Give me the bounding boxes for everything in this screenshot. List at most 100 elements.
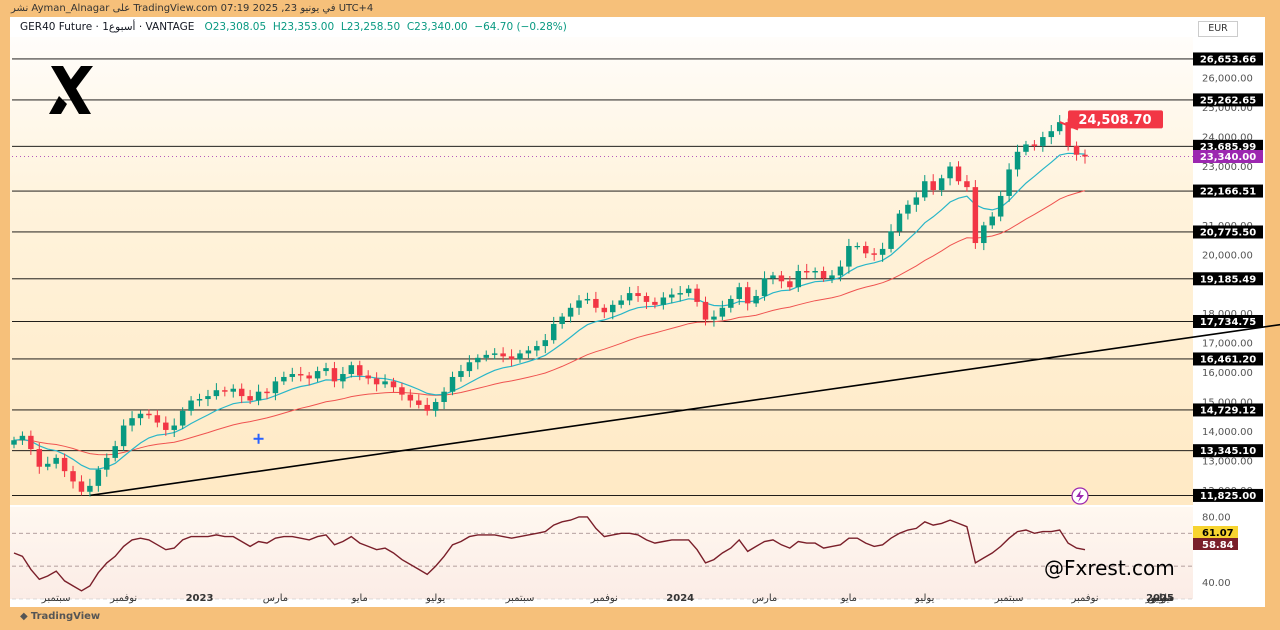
candle-body <box>997 195 1004 217</box>
rsi-axis-label: 80.00 <box>1202 512 1231 523</box>
candle-body <box>896 213 903 232</box>
candle-body <box>837 266 844 276</box>
candle-body <box>163 422 169 430</box>
level-label: 14,729.12 <box>1200 405 1256 416</box>
candle-body <box>567 307 574 317</box>
candle-body <box>297 374 304 376</box>
candle-body <box>382 381 388 385</box>
price-axis-label: 17,000.00 <box>1202 339 1253 350</box>
time-axis-label: نوفمبر <box>109 593 137 604</box>
candle-body <box>685 288 692 294</box>
candle-body <box>1040 137 1046 146</box>
peak-label: 24,508.70 <box>1078 113 1151 128</box>
candle-body <box>854 245 861 248</box>
level-label: 17,734.75 <box>1200 317 1256 328</box>
candle-body <box>340 374 346 382</box>
candle-body <box>120 425 127 447</box>
candle-body <box>947 166 953 179</box>
rsi-line <box>13 516 1086 592</box>
candle-body <box>36 449 43 467</box>
candle-body <box>424 404 430 411</box>
candle-body <box>576 300 582 308</box>
candle-body <box>871 253 877 255</box>
trend-line <box>89 323 1280 497</box>
candle-body <box>171 425 177 430</box>
level-label: 25,262.65 <box>1200 95 1256 106</box>
candle-body <box>441 391 447 402</box>
candle-body <box>922 181 928 198</box>
candle-body <box>247 396 253 401</box>
candle-body <box>104 457 110 470</box>
candle-body <box>879 248 886 255</box>
candle-body <box>626 293 633 301</box>
candle-body <box>517 353 523 360</box>
candle-body <box>559 316 565 324</box>
candle-body <box>365 375 371 379</box>
candle-body <box>213 390 220 397</box>
time-axis-label: مايو <box>351 593 368 604</box>
candle-body <box>238 388 245 397</box>
candle-body <box>1006 169 1012 196</box>
candle-body <box>593 298 599 308</box>
time-axis-label: سبتمبر <box>41 593 71 604</box>
level-label: 22,166.51 <box>1200 187 1256 198</box>
candle-body <box>53 457 59 464</box>
candle-body <box>129 418 135 426</box>
candle-body <box>154 415 161 423</box>
candle-body <box>255 391 262 401</box>
candle-body <box>550 323 557 341</box>
candle-body <box>618 300 624 305</box>
candle-body <box>289 374 296 377</box>
candle-body <box>820 271 827 279</box>
candle-body <box>11 440 17 445</box>
candle-body <box>761 278 768 297</box>
candle-body <box>955 166 962 182</box>
candle-body <box>1023 144 1029 152</box>
candle-body <box>449 376 456 392</box>
candle-body <box>711 316 717 320</box>
candle-body <box>1031 144 1038 146</box>
time-axis-label: نوفمبر <box>590 593 618 604</box>
time-axis-label: سبتمبر <box>505 593 535 604</box>
candle-body <box>719 307 726 317</box>
brand-watermark: @Fxrest.com <box>1044 556 1175 580</box>
candle-body <box>205 396 211 400</box>
level-label: 11,825.00 <box>1200 491 1256 502</box>
candle-body <box>61 457 68 472</box>
candle-body <box>306 375 312 379</box>
candle-body <box>272 381 279 394</box>
candle-body <box>87 485 93 492</box>
level-label: 16,461.20 <box>1200 354 1256 365</box>
time-axis-label: مارس <box>263 593 288 604</box>
candle-body <box>862 245 869 254</box>
candle-body <box>964 181 970 188</box>
candle-body <box>475 357 481 363</box>
candle-body <box>28 435 34 450</box>
candle-body <box>787 281 793 288</box>
candle-body <box>1014 151 1021 170</box>
candle-body <box>905 204 911 214</box>
candle-body <box>795 271 802 288</box>
candle-body <box>314 371 321 379</box>
price-axis-label: 16,000.00 <box>1202 368 1253 379</box>
chart-canvas[interactable]: 26,000.0025,000.0024,000.0023,000.0021,0… <box>0 0 1280 630</box>
candle-body <box>829 275 835 279</box>
candle-body <box>179 410 186 426</box>
candle-body <box>137 413 144 419</box>
level-label: 13,345.10 <box>1200 446 1256 457</box>
price-axis-label: 23,000.00 <box>1202 162 1253 173</box>
candle-body <box>323 368 329 372</box>
time-axis-label: مايو <box>840 593 857 604</box>
candle-body <box>373 378 380 385</box>
candle-body <box>989 216 995 226</box>
time-axis-label: 2024 <box>666 593 694 604</box>
candle-body <box>196 399 203 401</box>
candle-body <box>652 301 658 305</box>
candle-body <box>938 178 945 191</box>
candle-body <box>525 350 532 354</box>
candle-body <box>416 400 422 405</box>
candle-body <box>222 390 228 392</box>
candle-body <box>778 275 785 282</box>
rsi-axis-label: 40.00 <box>1202 578 1231 589</box>
level-label: 26,653.66 <box>1200 54 1256 65</box>
